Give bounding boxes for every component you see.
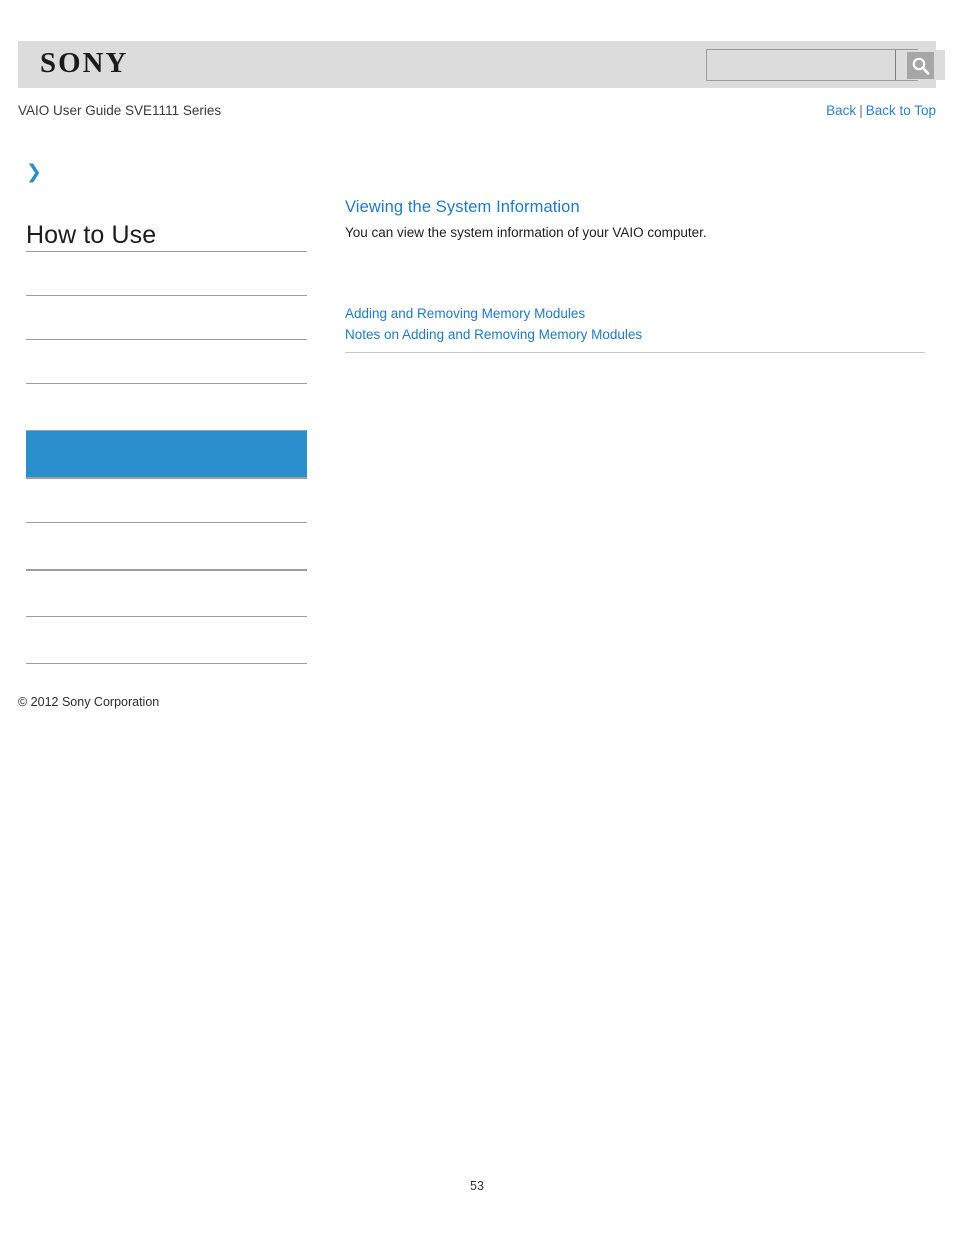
content-divider bbox=[345, 352, 925, 353]
sidebar-item-1[interactable] bbox=[26, 251, 307, 295]
sidebar-item-8[interactable] bbox=[26, 569, 307, 616]
sidebar-item-3[interactable] bbox=[26, 339, 307, 383]
back-to-top-link[interactable]: Back to Top bbox=[866, 103, 936, 118]
topic-description: You can view the system information of y… bbox=[345, 225, 707, 240]
search-input[interactable] bbox=[707, 50, 895, 80]
sidebar-item-9[interactable] bbox=[26, 616, 307, 663]
related-link-notes-memory-modules[interactable]: Notes on Adding and Removing Memory Modu… bbox=[345, 327, 642, 342]
search-box[interactable] bbox=[706, 49, 945, 81]
list-item: Notes on Adding and Removing Memory Modu… bbox=[345, 324, 925, 345]
nav-separator: | bbox=[859, 103, 863, 118]
nav-row: VAIO User Guide SVE1111 Series Back | Back… bbox=[18, 101, 936, 121]
page-title: Viewing the System Information bbox=[345, 198, 580, 216]
copyright-notice: © 2012 Sony Corporation bbox=[18, 695, 160, 709]
sidebar-menu bbox=[26, 251, 307, 707]
list-item: Adding and Removing Memory Modules bbox=[345, 303, 925, 324]
page-number: 53 bbox=[470, 1179, 484, 1193]
guide-title: VAIO User Guide SVE1111 Series bbox=[18, 103, 222, 118]
sidebar-item-2[interactable] bbox=[26, 295, 307, 339]
main-content: Viewing the System Information You can v… bbox=[345, 196, 925, 353]
sony-logo: SONY bbox=[40, 48, 129, 79]
header-band: SONY bbox=[18, 41, 945, 88]
sidebar: ❯ How to Use bbox=[0, 150, 330, 730]
related-link-memory-modules[interactable]: Adding and Removing Memory Modules bbox=[345, 306, 585, 321]
search-icon bbox=[907, 51, 934, 79]
sidebar-item-4[interactable] bbox=[26, 383, 307, 430]
search-button[interactable] bbox=[895, 50, 945, 80]
sidebar-item-active[interactable] bbox=[26, 430, 307, 478]
sidebar-item-6[interactable] bbox=[26, 478, 307, 522]
back-link[interactable]: Back bbox=[826, 103, 856, 118]
chevron-right-icon[interactable]: ❯ bbox=[26, 162, 42, 182]
page-root: SONY VAIO User Guide SVE1111 Series Back… bbox=[0, 0, 954, 1235]
sidebar-item-7[interactable] bbox=[26, 522, 307, 569]
nav-links: Back | Back to Top bbox=[826, 101, 936, 120]
sidebar-title: How to Use bbox=[26, 221, 157, 249]
related-links-list: Adding and Removing Memory Modules Notes… bbox=[345, 303, 925, 345]
